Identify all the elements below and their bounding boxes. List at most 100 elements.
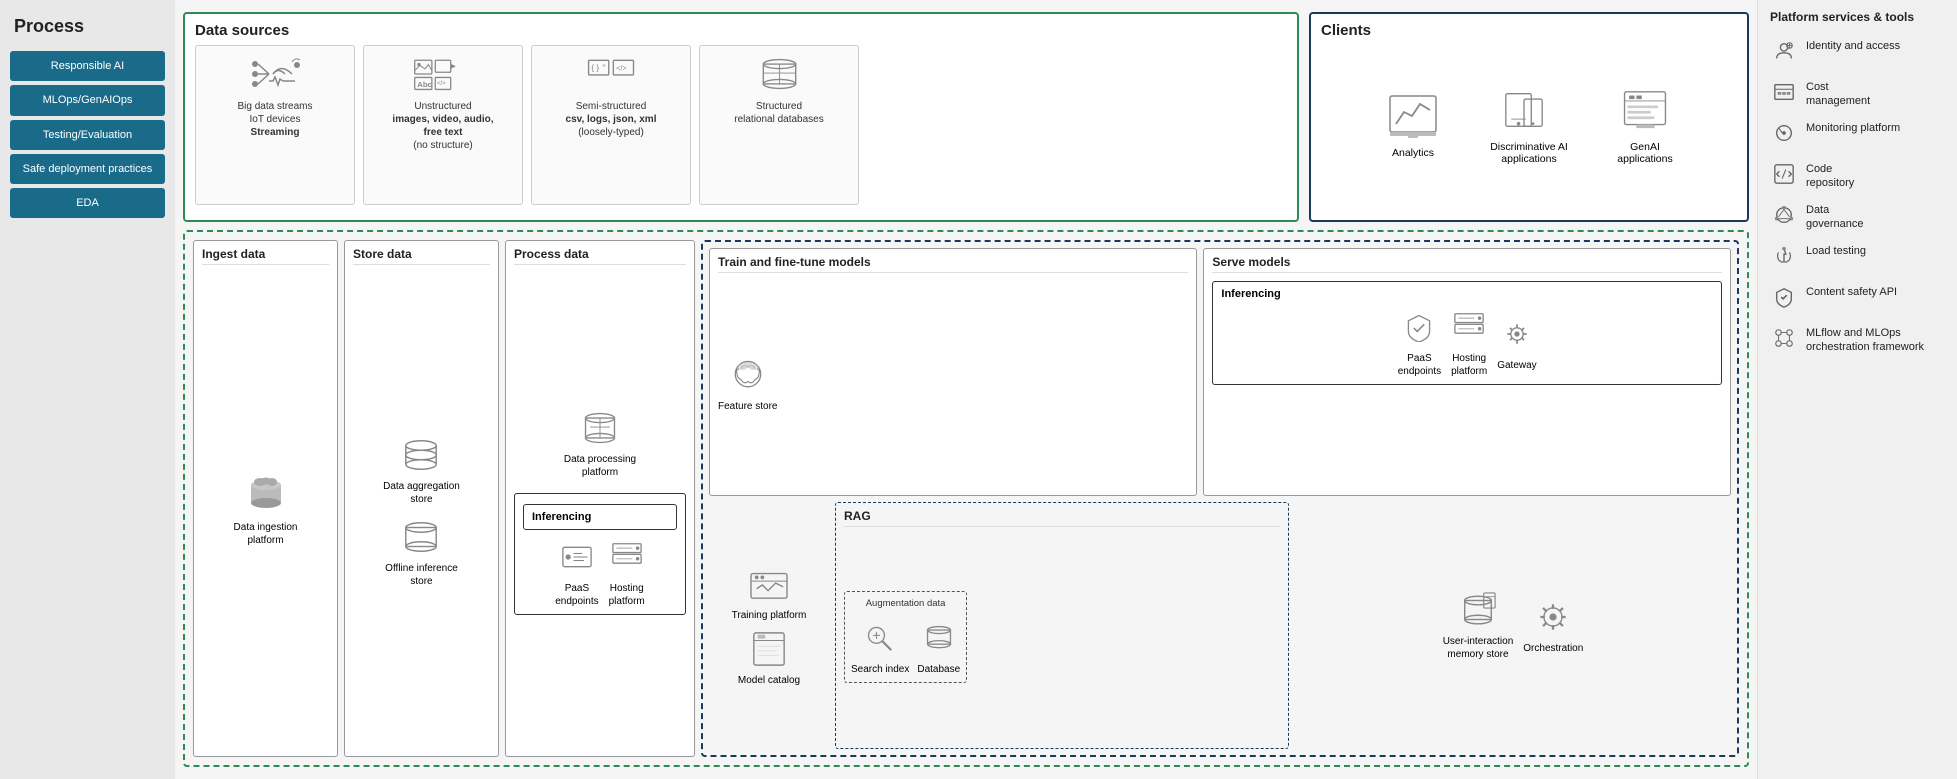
data-processing-label: Data processingplatform xyxy=(564,453,636,479)
analytics-icon xyxy=(1388,91,1438,141)
data-ingestion-item: Data ingestionplatform xyxy=(234,475,298,547)
genai-icon xyxy=(1620,85,1670,135)
big-data-label: Big data streamsIoT devicesStreaming xyxy=(237,100,312,139)
ds-item-unstructured: Abc </> Unstructuredimages, video, audio… xyxy=(363,45,523,205)
data-sources-title: Data sources xyxy=(195,22,1287,39)
orchestration-icon xyxy=(1532,596,1574,638)
paas-endpoints-serve-label: PaaSendpoints xyxy=(1398,352,1441,378)
model-catalog-icon xyxy=(750,628,788,670)
orchestration-item: Orchestration xyxy=(1523,596,1583,655)
augmentation-box: Augmentation data xyxy=(844,591,967,683)
database-item: Database xyxy=(917,617,960,676)
paas-endpoints-proc-icon xyxy=(561,536,593,578)
monitoring-icon xyxy=(1770,122,1798,150)
paas-endpoints-proc-item: PaaSendpoints xyxy=(555,536,598,608)
identity-icon xyxy=(1770,40,1798,68)
serve-section: Serve models Inferencing xyxy=(1203,248,1731,496)
database-icon xyxy=(923,617,955,659)
serve-title: Serve models xyxy=(1212,255,1722,273)
discriminative-ai-icon xyxy=(1504,85,1554,135)
rs-content-safety: Content safety API xyxy=(1770,282,1945,317)
right-sidebar: Platform services & tools Identity and a… xyxy=(1757,0,1957,779)
offline-inference-icon xyxy=(401,516,441,558)
client-analytics: Analytics xyxy=(1363,91,1463,159)
gateway-item: Gateway xyxy=(1497,313,1536,372)
process-inferencing-items: PaaSendpoints xyxy=(523,536,677,608)
data-ingestion-icon xyxy=(245,475,287,517)
svg-text:</>: </> xyxy=(616,63,627,72)
svg-text:Abc: Abc xyxy=(417,80,432,89)
rs-cost-label: Costmanagement xyxy=(1806,80,1870,109)
right-sidebar-title: Platform services & tools xyxy=(1770,10,1945,26)
serve-inferencing-items: PaaSendpoints xyxy=(1221,306,1713,378)
discriminative-ai-label: Discriminative AIapplications xyxy=(1490,141,1568,165)
process-inferencing-box: Inferencing xyxy=(514,493,686,615)
database-label: Database xyxy=(917,663,960,676)
main-area: Data sources xyxy=(175,0,1757,779)
rs-cost: Costmanagement xyxy=(1770,77,1945,112)
data-aggregation-icon xyxy=(401,434,441,476)
sidebar-btn-testing[interactable]: Testing/Evaluation xyxy=(10,120,165,150)
store-title: Store data xyxy=(353,247,490,265)
hosting-platform-proc-label: Hostingplatform xyxy=(609,582,645,608)
semi-structured-label: Semi-structuredcsv, logs, json, xml(loos… xyxy=(566,100,657,139)
model-catalog-label: Model catalog xyxy=(738,674,800,687)
ds-item-structured: Structuredrelational databases xyxy=(699,45,859,205)
process-inferencing-title: Inferencing xyxy=(523,504,677,530)
code-repo-icon xyxy=(1770,163,1798,191)
structured-icon xyxy=(757,54,802,94)
rag-section: RAG Augmentation data xyxy=(835,502,1289,750)
rs-monitoring: Monitoring platform xyxy=(1770,118,1945,153)
structured-label: Structuredrelational databases xyxy=(734,100,824,126)
rag-title: RAG xyxy=(844,509,1280,527)
analytics-label: Analytics xyxy=(1392,147,1434,159)
pipeline-outer: Ingest data xyxy=(183,230,1749,767)
paas-endpoints-serve-icon xyxy=(1403,306,1435,348)
gateway-icon xyxy=(1501,313,1533,355)
training-platform-icon xyxy=(749,563,789,605)
load-testing-icon xyxy=(1770,245,1798,273)
training-platform-item: Training platform xyxy=(732,563,807,622)
hosting-platform-serve-item: Hostingplatform xyxy=(1451,306,1487,378)
hosting-platform-serve-icon xyxy=(1453,306,1485,348)
rs-data-gov-label: Datagovernance xyxy=(1806,203,1864,232)
rs-monitoring-label: Monitoring platform xyxy=(1806,121,1900,135)
offline-inference-label: Offline inferencestore xyxy=(385,562,458,588)
user-interaction-icon xyxy=(1457,589,1499,631)
hosting-platform-proc-item: Hostingplatform xyxy=(609,536,645,608)
augmentation-title: Augmentation data xyxy=(866,598,946,609)
orchestration-label: Orchestration xyxy=(1523,642,1583,655)
data-ingestion-label: Data ingestionplatform xyxy=(234,521,298,547)
training-platform-label: Training platform xyxy=(732,609,807,622)
hosting-platform-proc-icon xyxy=(611,536,643,578)
paas-endpoints-serve-item: PaaSendpoints xyxy=(1398,306,1441,378)
sidebar-btn-eda[interactable]: EDA xyxy=(10,188,165,218)
serve-inferencing-title: Inferencing xyxy=(1221,288,1713,300)
data-sources-items: Big data streamsIoT devicesStreaming xyxy=(195,45,1287,205)
sidebar-btn-mlops[interactable]: MLOps/GenAIOps xyxy=(10,85,165,115)
rs-identity: Identity and access xyxy=(1770,36,1945,71)
rs-mlflow: MLflow and MLOps orchestration framework xyxy=(1770,323,1945,358)
search-index-icon xyxy=(864,617,896,659)
rs-load-testing: Load testing xyxy=(1770,241,1945,276)
clients-items: Analytics Discrimi xyxy=(1321,45,1737,205)
clients-title: Clients xyxy=(1321,22,1737,39)
rs-load-testing-label: Load testing xyxy=(1806,244,1866,258)
feature-store-item: Feature store xyxy=(718,354,777,413)
ingest-items: Data ingestionplatform xyxy=(202,271,329,750)
store-items: Data aggregationstore Offline inferences… xyxy=(353,271,490,750)
data-sources-box: Data sources xyxy=(183,12,1299,222)
search-index-item: Search index xyxy=(851,617,909,676)
data-aggregation-label: Data aggregationstore xyxy=(383,480,460,506)
sidebar-btn-safe-deployment[interactable]: Safe deployment practices xyxy=(10,154,165,184)
unstructured-label: Unstructuredimages, video, audio,free te… xyxy=(392,100,493,152)
store-section: Store data xyxy=(344,240,499,757)
unstructured-icon: Abc </> xyxy=(413,54,473,94)
sidebar-btn-responsible-ai[interactable]: Responsible AI xyxy=(10,51,165,81)
left-sidebar: Process Responsible AI MLOps/GenAIOps Te… xyxy=(0,0,175,779)
process-section: Process data Data processin xyxy=(505,240,695,757)
offline-inference-item: Offline inferencestore xyxy=(385,516,458,588)
paas-endpoints-proc-label: PaaSendpoints xyxy=(555,582,598,608)
sidebar-title: Process xyxy=(10,16,165,37)
svg-text:": " xyxy=(602,63,605,73)
